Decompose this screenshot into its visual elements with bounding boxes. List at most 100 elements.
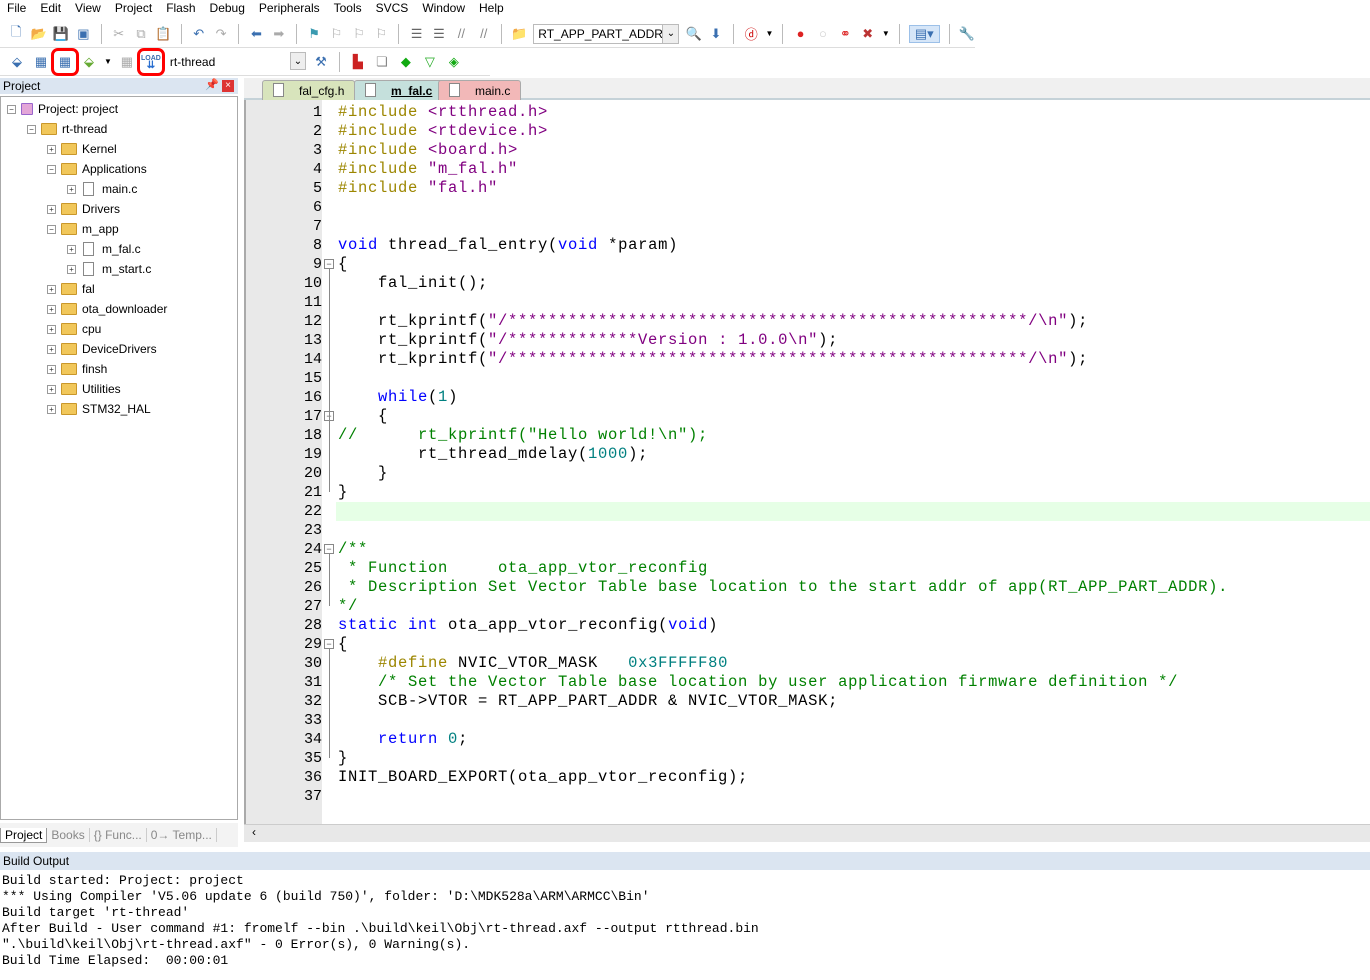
find-icon[interactable]: 🔍 xyxy=(685,25,702,43)
code-line[interactable]: void thread_fal_entry(void *param) xyxy=(338,236,678,255)
menu-tools[interactable]: Tools xyxy=(327,0,369,18)
save-all-icon[interactable]: ▣ xyxy=(75,25,91,43)
menu-project[interactable]: Project xyxy=(108,0,159,18)
expand-icon[interactable]: + xyxy=(47,364,56,374)
expand-icon[interactable]: + xyxy=(47,204,56,214)
code-line[interactable]: #include <board.h> xyxy=(338,141,518,160)
download-load-button[interactable]: LOAD ⇊ xyxy=(136,47,165,76)
tree-item[interactable]: + DeviceDrivers xyxy=(47,339,157,359)
menu-edit[interactable]: Edit xyxy=(33,0,68,18)
build-icon[interactable]: ▦ xyxy=(32,53,50,71)
code-line[interactable]: while(1) xyxy=(338,388,458,407)
open-icon[interactable]: 📂 xyxy=(30,25,46,43)
collapse-icon[interactable]: − xyxy=(7,104,16,114)
editor-tab[interactable]: main.c xyxy=(438,80,522,100)
tree-item[interactable]: + Kernel xyxy=(47,139,117,159)
code-line[interactable]: /** xyxy=(338,540,368,559)
tree-item[interactable]: + ota_downloader xyxy=(47,299,167,319)
tree-item[interactable]: + Drivers xyxy=(47,199,120,219)
expand-icon[interactable]: + xyxy=(47,344,56,354)
menu-window[interactable]: Window xyxy=(415,0,472,18)
expand-icon[interactable]: + xyxy=(47,304,56,314)
code-line[interactable]: #include "fal.h" xyxy=(338,179,498,198)
expand-icon[interactable]: + xyxy=(67,244,76,254)
kill-breakpoints-icon[interactable]: ✖ xyxy=(860,25,876,43)
next-bookmark-icon[interactable]: ⚐ xyxy=(351,25,367,43)
tree-item[interactable]: + fal xyxy=(47,279,95,299)
code-line[interactable]: } xyxy=(338,464,388,483)
expand-icon[interactable]: + xyxy=(47,404,56,414)
select-packs-icon[interactable]: ▽ xyxy=(421,53,439,71)
code-line[interactable]: rt_thread_mdelay(1000); xyxy=(338,445,648,464)
menu-file[interactable]: File xyxy=(0,0,33,18)
incremental-find-icon[interactable]: ⬇ xyxy=(708,25,724,43)
rebuild-icon[interactable]: ⬙ xyxy=(80,53,98,71)
fold-collapse-icon[interactable]: − xyxy=(324,639,334,649)
debug-session-icon[interactable]: ⓓ xyxy=(743,25,759,43)
configure-icon[interactable]: 🔧 xyxy=(959,25,975,43)
tree-item[interactable]: − Project: project xyxy=(7,99,118,119)
find-combo[interactable]: RT_APP_PART_ADDR ⌄ xyxy=(533,23,680,44)
cut-icon[interactable]: ✂ xyxy=(110,25,126,43)
expand-icon[interactable]: + xyxy=(47,384,56,394)
translate-icon[interactable]: ⬙ xyxy=(8,53,26,71)
tree-item[interactable]: + m_start.c xyxy=(67,259,151,279)
scroll-left-icon[interactable]: ‹ xyxy=(244,825,256,839)
tree-item[interactable]: + cpu xyxy=(47,319,101,339)
code-line[interactable]: { xyxy=(338,255,348,274)
expand-icon[interactable]: + xyxy=(67,184,76,194)
tab-project[interactable]: Project xyxy=(0,827,48,843)
save-icon[interactable]: 💾 xyxy=(53,25,69,43)
menu-debug[interactable]: Debug xyxy=(203,0,252,18)
chevron-down-icon[interactable]: ▼ xyxy=(882,29,890,38)
expand-icon[interactable]: + xyxy=(47,324,56,334)
close-icon[interactable]: × xyxy=(222,80,234,92)
nav-back-icon[interactable]: ⬅ xyxy=(248,25,264,43)
disable-all-breakpoints-icon[interactable]: ⚭ xyxy=(837,25,853,43)
chevron-down-icon[interactable]: ⌄ xyxy=(289,51,306,70)
code-line[interactable]: rt_kprintf("/***************************… xyxy=(338,312,1088,331)
code-line[interactable]: { xyxy=(338,407,388,426)
prev-bookmark-icon[interactable]: ⚐ xyxy=(328,25,344,43)
menu-help[interactable]: Help xyxy=(472,0,511,18)
paste-icon[interactable]: 📋 xyxy=(155,25,171,43)
comment-icon[interactable]: // xyxy=(453,25,469,43)
target-options-icon[interactable]: ⚒ xyxy=(312,53,330,71)
code-line[interactable]: return 0; xyxy=(338,730,468,749)
menu-view[interactable]: View xyxy=(68,0,108,18)
editor-tab[interactable]: fal_cfg.h xyxy=(262,80,356,100)
menu-svcs[interactable]: SVCS xyxy=(369,0,416,18)
editor-tab[interactable]: m_fal.c xyxy=(354,80,444,100)
manage-multi-project-icon[interactable]: ❏ xyxy=(373,53,391,71)
code-line[interactable]: { xyxy=(338,635,348,654)
code-line[interactable]: rt_kprintf("/***************************… xyxy=(338,350,1088,369)
code-line[interactable]: #include "m_fal.h" xyxy=(338,160,518,179)
code-line[interactable]: * Description Set Vector Table base loca… xyxy=(338,578,1228,597)
tree-item[interactable]: − Applications xyxy=(47,159,147,179)
tree-item[interactable]: − rt-thread xyxy=(27,119,107,139)
collapse-icon[interactable]: − xyxy=(27,124,36,134)
disable-breakpoint-icon[interactable]: ○ xyxy=(815,25,831,43)
pack-installer-icon[interactable]: ◈ xyxy=(445,53,463,71)
expand-icon[interactable]: + xyxy=(67,264,76,274)
stop-build-icon[interactable]: ▦ xyxy=(118,53,136,71)
batch-build-button[interactable]: ▦ xyxy=(51,47,79,76)
tab-functions[interactable]: {} Func... xyxy=(90,828,147,842)
horizontal-scrollbar[interactable]: ‹ xyxy=(244,824,1370,842)
chevron-down-icon[interactable]: ▼ xyxy=(104,57,112,66)
find-in-files-icon[interactable]: 📁 xyxy=(511,25,527,43)
code-line[interactable]: * Function ota_app_vtor_reconfig xyxy=(338,559,708,578)
nav-forward-icon[interactable]: ➡ xyxy=(271,25,287,43)
tree-item[interactable]: + Utilities xyxy=(47,379,121,399)
copy-icon[interactable]: ⧉ xyxy=(133,25,149,43)
code-line[interactable]: static int ota_app_vtor_reconfig(void) xyxy=(338,616,718,635)
tree-item[interactable]: − m_app xyxy=(47,219,119,239)
code-editor[interactable]: 1 2 3 4 5 6 7 8 9 10 11 12 13 14 15 16 17 18 19 20 21 22 23 24 2… xyxy=(244,100,1370,824)
tree-item[interactable]: + m_fal.c xyxy=(67,239,141,259)
chevron-down-icon[interactable]: ⌄ xyxy=(662,24,679,43)
code-line[interactable]: */ xyxy=(338,597,358,616)
code-line[interactable]: INIT_BOARD_EXPORT(ota_app_vtor_reconfig)… xyxy=(338,768,748,787)
expand-icon[interactable]: + xyxy=(47,284,56,294)
code-line[interactable]: #include <rtdevice.h> xyxy=(338,122,548,141)
code-line[interactable]: #define NVIC_VTOR_MASK 0x3FFFFF80 xyxy=(338,654,728,673)
